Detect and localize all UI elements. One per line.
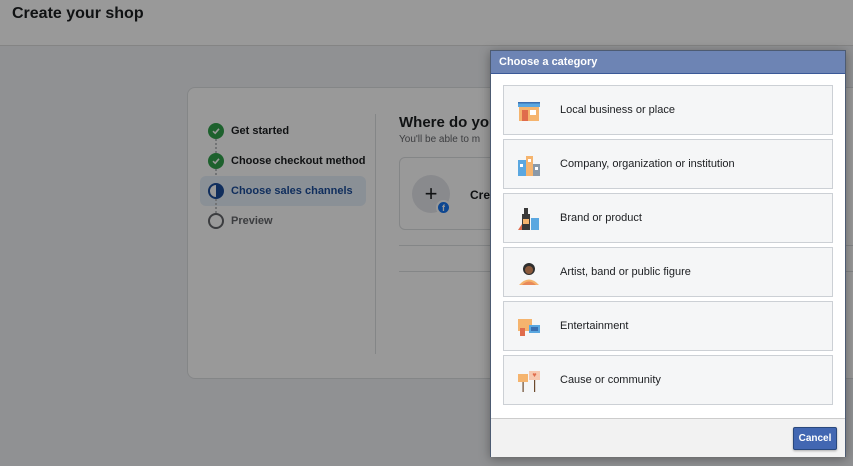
category-entertainment[interactable]: Entertainment bbox=[503, 301, 833, 351]
entertainment-tickets-icon bbox=[518, 319, 540, 336]
category-company[interactable]: Company, organization or institution bbox=[503, 139, 833, 189]
category-dialog: Choose a category Local business or plac… bbox=[490, 50, 846, 457]
category-cause-community[interactable]: Cause or community bbox=[503, 355, 833, 405]
protest-signs-icon bbox=[518, 371, 540, 392]
category-label: Local business or place bbox=[560, 104, 675, 116]
product-bottle-icon bbox=[518, 208, 539, 230]
category-local-business[interactable]: Local business or place bbox=[503, 85, 833, 135]
category-label: Company, organization or institution bbox=[560, 158, 735, 170]
dialog-title: Choose a category bbox=[499, 56, 598, 68]
buildings-icon bbox=[518, 156, 540, 176]
category-label: Entertainment bbox=[560, 320, 629, 332]
category-label: Cause or community bbox=[560, 374, 661, 386]
category-label: Brand or product bbox=[560, 212, 642, 224]
artist-person-icon bbox=[519, 263, 539, 285]
category-brand-product[interactable]: Brand or product bbox=[503, 193, 833, 243]
cancel-button[interactable]: Cancel bbox=[793, 427, 837, 450]
storefront-icon bbox=[518, 102, 540, 121]
dialog-footer: Cancel bbox=[491, 418, 845, 457]
dialog-header: Choose a category bbox=[491, 51, 845, 74]
category-artist[interactable]: Artist, band or public figure bbox=[503, 247, 833, 297]
dialog-body: Local business or place Company, organiz… bbox=[491, 74, 845, 418]
category-label: Artist, band or public figure bbox=[560, 266, 691, 278]
